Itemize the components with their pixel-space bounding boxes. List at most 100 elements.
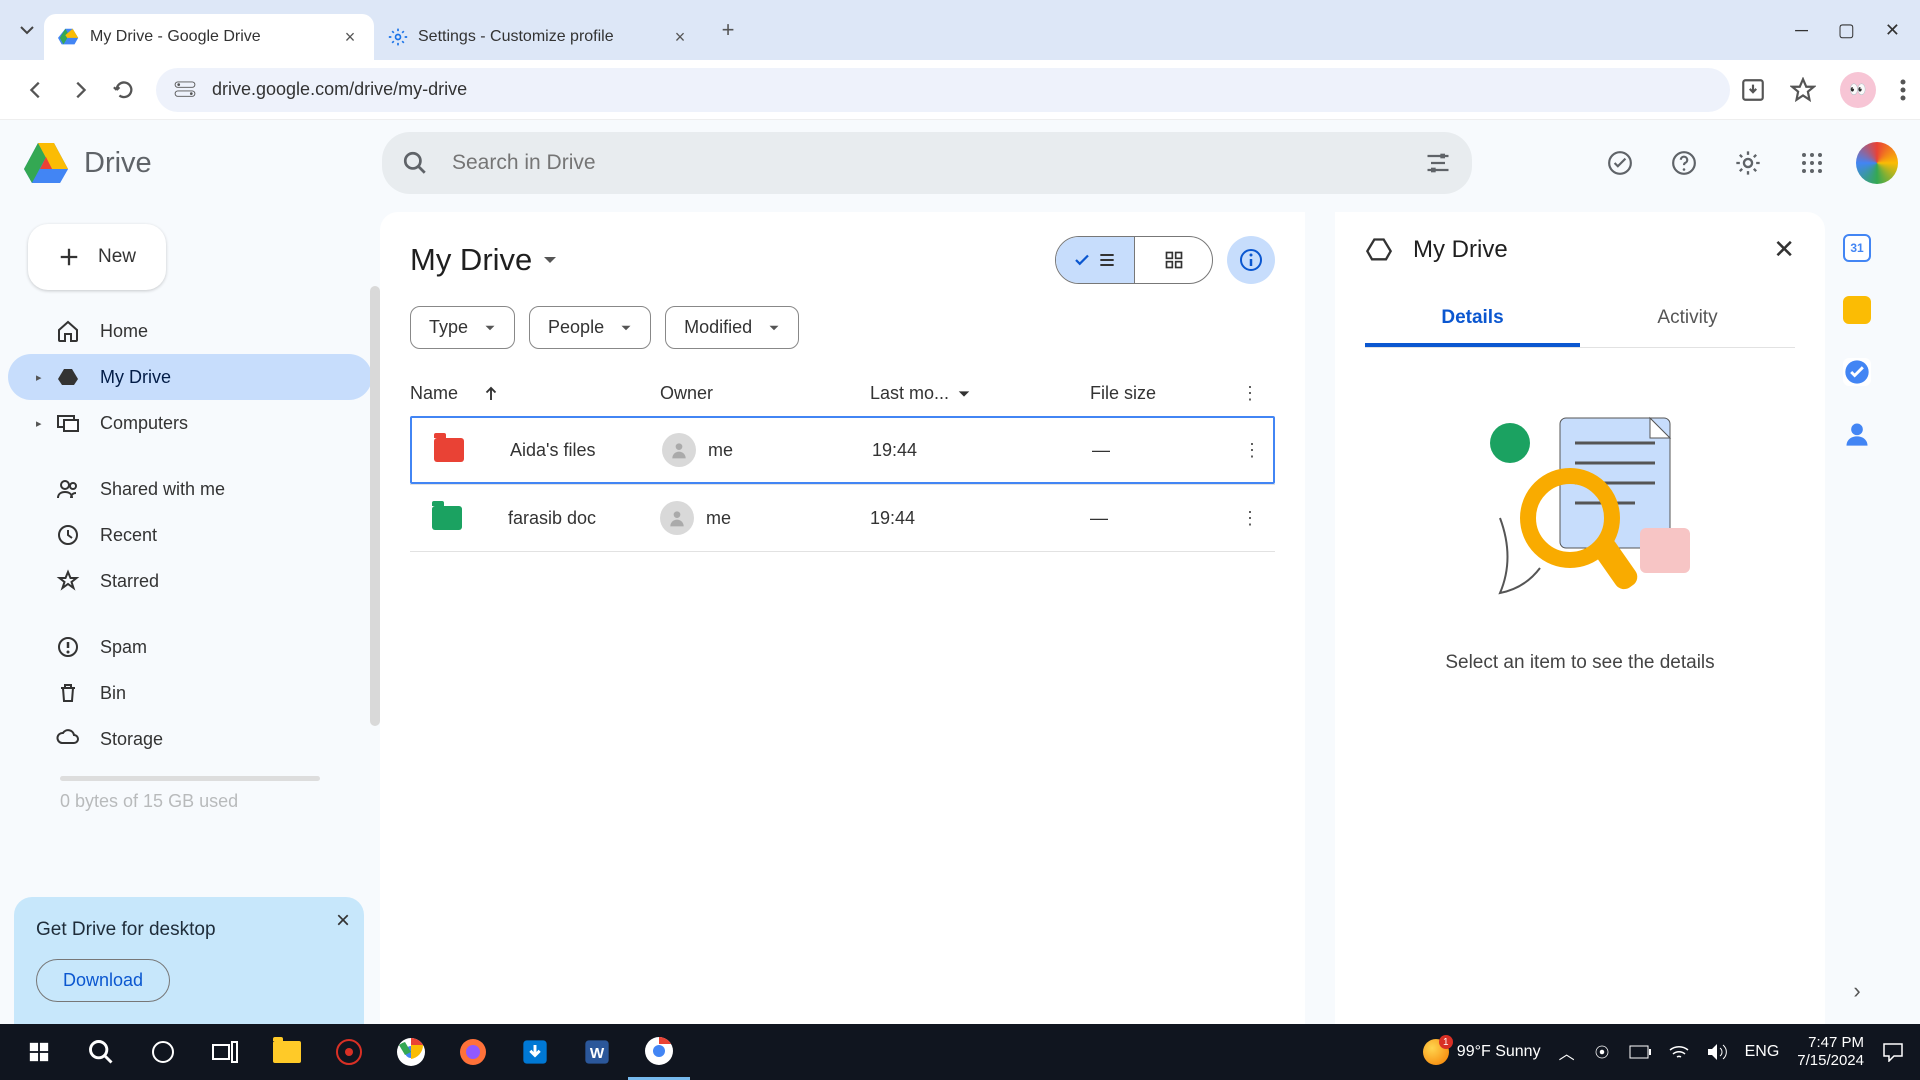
sort-asc-icon[interactable]	[482, 385, 500, 403]
row-more-icon[interactable]: ⋮	[1232, 440, 1272, 461]
maximize-icon[interactable]: ▢	[1838, 20, 1855, 41]
settings-icon[interactable]	[1728, 143, 1768, 183]
sidebar-scrollbar[interactable]	[370, 286, 380, 726]
filter-chip-type[interactable]: Type	[410, 306, 515, 349]
tray-language[interactable]: ENG	[1745, 1043, 1780, 1061]
toggle-details-button[interactable]	[1227, 236, 1275, 284]
tray-location-icon[interactable]	[1593, 1043, 1611, 1061]
chrome-profile-icon[interactable]: 👀	[1840, 72, 1876, 108]
folder-icon	[434, 438, 464, 462]
back-button[interactable]	[14, 68, 58, 112]
browser-tab-active[interactable]: My Drive - Google Drive ×	[44, 14, 374, 60]
browser-tab-inactive[interactable]: Settings - Customize profile ×	[374, 14, 704, 60]
sidebar-item-computers[interactable]: ▸Computers	[8, 400, 372, 446]
sidebar-item-home[interactable]: Home	[8, 308, 372, 354]
tray-clock[interactable]: 7:47 PM 7/15/2024	[1797, 1034, 1864, 1070]
start-button[interactable]	[8, 1024, 70, 1080]
action-center-icon[interactable]	[1882, 1042, 1904, 1062]
sidebar-item-storage[interactable]: Storage	[8, 716, 372, 762]
reload-button[interactable]	[102, 68, 146, 112]
new-button[interactable]: New	[28, 224, 166, 290]
chrome-taskbar-icon[interactable]	[380, 1024, 442, 1080]
drive-logo[interactable]: Drive	[22, 141, 382, 185]
taskbar-app-icon[interactable]	[318, 1024, 380, 1080]
firefox-icon[interactable]	[442, 1024, 504, 1080]
chrome-menu-icon[interactable]	[1900, 79, 1906, 101]
tray-date: 7/15/2024	[1797, 1052, 1864, 1070]
filter-chip-modified[interactable]: Modified	[665, 306, 799, 349]
expand-icon[interactable]: ▸	[36, 371, 42, 384]
search-box[interactable]	[382, 132, 1472, 194]
drive-favicon-icon	[58, 26, 80, 48]
tab-details[interactable]: Details	[1365, 293, 1580, 347]
close-tab-icon[interactable]: ×	[340, 27, 360, 47]
settings-favicon-icon	[388, 27, 408, 47]
search-input[interactable]	[452, 151, 1400, 175]
breadcrumb[interactable]: My Drive	[410, 242, 558, 278]
grid-icon	[1164, 250, 1184, 270]
install-app-icon[interactable]	[1740, 77, 1766, 103]
site-info-icon[interactable]	[174, 81, 196, 99]
sidebar-item-starred[interactable]: Starred	[8, 558, 372, 604]
new-tab-button[interactable]: +	[710, 12, 746, 48]
sidebar-item-my-drive[interactable]: ▸My Drive	[8, 354, 372, 400]
url-field[interactable]: drive.google.com/drive/my-drive	[156, 68, 1730, 112]
tab-activity[interactable]: Activity	[1580, 293, 1795, 347]
sidebar-item-spam[interactable]: Spam	[8, 624, 372, 670]
sidebar-item-shared-with-me[interactable]: Shared with me	[8, 466, 372, 512]
weather-widget[interactable]: 1 99°F Sunny	[1423, 1039, 1541, 1065]
tray-time: 7:47 PM	[1797, 1034, 1864, 1052]
tab-search-dropdown[interactable]	[10, 13, 44, 47]
taskbar-search-icon[interactable]	[70, 1024, 132, 1080]
bookmark-icon[interactable]	[1790, 77, 1816, 103]
tray-volume-icon[interactable]	[1707, 1043, 1727, 1061]
table-row[interactable]: Aida's filesme19:44—⋮	[410, 416, 1275, 484]
cortana-icon[interactable]	[132, 1024, 194, 1080]
file-name: farasib doc	[508, 508, 596, 529]
tray-battery-icon[interactable]	[1629, 1045, 1651, 1059]
chrome-active-icon[interactable]	[628, 1024, 690, 1080]
task-view-icon[interactable]	[194, 1024, 256, 1080]
sidebar-item-bin[interactable]: Bin	[8, 670, 372, 716]
col-name-label[interactable]: Name	[410, 383, 458, 404]
tray-chevron-icon[interactable]: ︿	[1559, 1040, 1575, 1064]
list-view-button[interactable]	[1056, 237, 1134, 283]
calendar-addon-icon[interactable]: 31	[1843, 234, 1871, 262]
help-icon[interactable]	[1664, 143, 1704, 183]
tasks-addon-icon[interactable]	[1843, 358, 1871, 386]
ready-offline-icon[interactable]	[1600, 143, 1640, 183]
col-owner-label[interactable]: Owner	[660, 383, 870, 404]
downloads-icon[interactable]	[504, 1024, 566, 1080]
details-title: My Drive	[1413, 236, 1508, 264]
close-window-icon[interactable]: ✕	[1885, 20, 1900, 41]
minimize-icon[interactable]: ─	[1795, 20, 1808, 41]
file-explorer-icon[interactable]	[256, 1024, 318, 1080]
close-tab-icon[interactable]: ×	[670, 27, 690, 47]
grid-view-button[interactable]	[1134, 237, 1212, 283]
svg-text:W: W	[590, 1045, 605, 1062]
keep-addon-icon[interactable]	[1843, 296, 1871, 324]
tray-wifi-icon[interactable]	[1669, 1044, 1689, 1060]
forward-button[interactable]	[58, 68, 102, 112]
search-options-icon[interactable]	[1424, 149, 1452, 177]
contacts-addon-icon[interactable]	[1843, 420, 1871, 448]
download-button[interactable]: Download	[36, 959, 170, 1002]
account-avatar[interactable]	[1856, 142, 1898, 184]
row-more-icon[interactable]: ⋮	[1230, 508, 1270, 529]
table-row[interactable]: farasib docme19:44—⋮	[410, 484, 1275, 552]
details-illustration	[1365, 388, 1795, 608]
apps-grid-icon[interactable]	[1792, 143, 1832, 183]
close-details-icon[interactable]: ✕	[1773, 234, 1795, 265]
expand-icon[interactable]: ▸	[36, 417, 42, 430]
header-more-icon[interactable]: ⋮	[1230, 383, 1270, 404]
sidebar-item-recent[interactable]: Recent	[8, 512, 372, 558]
caret-down-icon[interactable]	[957, 387, 971, 401]
sidebar-item-label: Home	[100, 321, 148, 342]
close-promo-icon[interactable]: ×	[336, 907, 350, 935]
word-icon[interactable]: W	[566, 1024, 628, 1080]
filter-chip-people[interactable]: People	[529, 306, 651, 349]
rail-collapse-icon[interactable]: ›	[1853, 978, 1860, 1004]
col-modified-label[interactable]: Last mo...	[870, 383, 949, 404]
col-size-label[interactable]: File size	[1090, 383, 1230, 404]
caret-down-icon	[542, 252, 558, 268]
